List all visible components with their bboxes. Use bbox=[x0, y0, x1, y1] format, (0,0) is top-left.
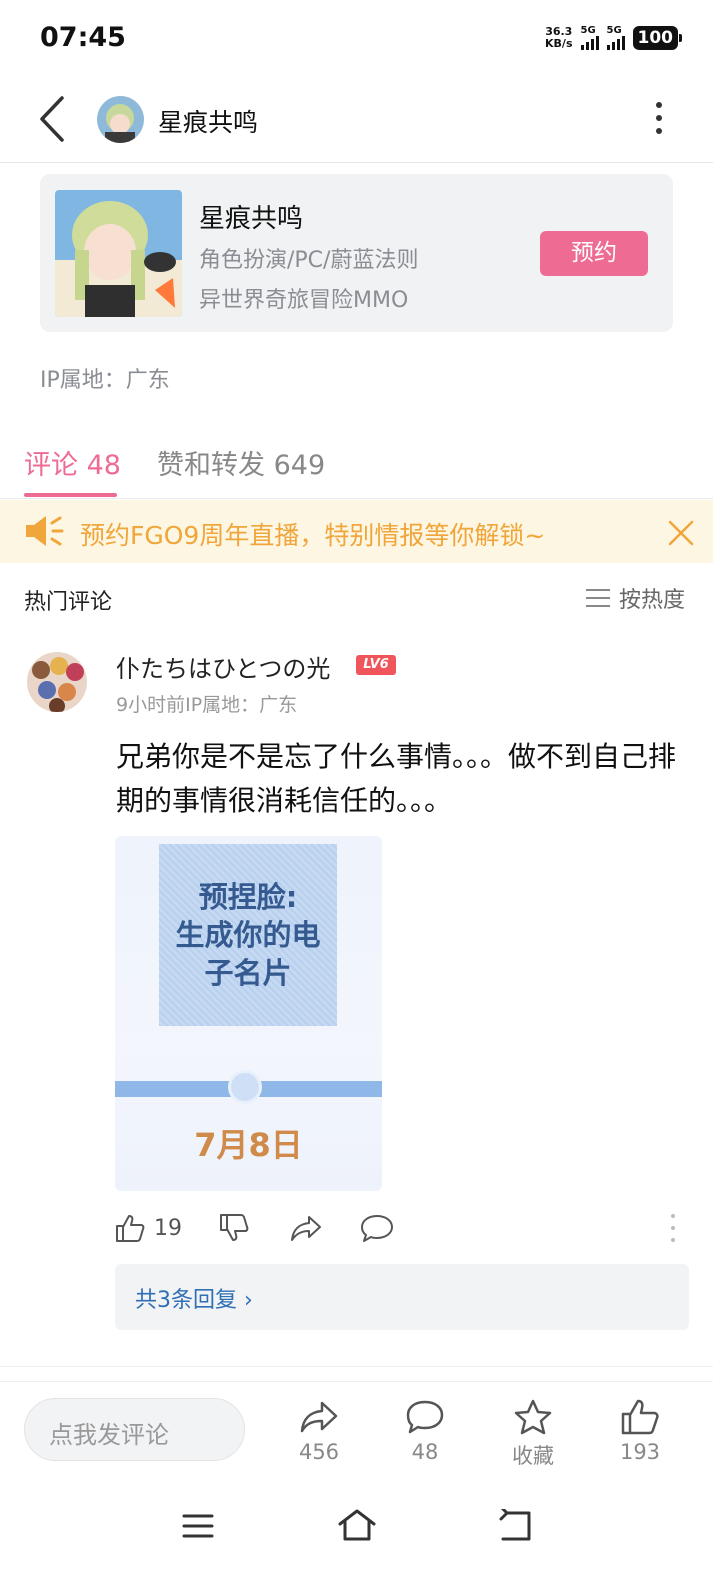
status-time: 07:45 bbox=[40, 22, 126, 53]
reserve-button[interactable]: 预约 bbox=[540, 231, 648, 276]
comment-image[interactable]: 预捏脸: 生成你的电 子名片 7月8日 bbox=[115, 836, 382, 1191]
back-icon bbox=[499, 1505, 531, 1541]
share-button[interactable] bbox=[289, 1210, 323, 1246]
game-tags: 角色扮演/PC/蔚蓝法则 bbox=[199, 248, 419, 273]
avatar-image bbox=[97, 96, 144, 143]
image-date: 7月8日 bbox=[194, 1126, 303, 1164]
bottom-like-button[interactable]: 193 bbox=[600, 1398, 680, 1464]
like-button[interactable]: 19 bbox=[114, 1210, 182, 1246]
back-arrow-icon bbox=[40, 96, 64, 142]
game-card[interactable]: 星痕共鸣 角色扮演/PC/蔚蓝法则 异世界奇旅冒险MMO 预约 bbox=[40, 174, 673, 332]
comment-more-button[interactable] bbox=[668, 1214, 678, 1242]
net-speed-unit: KB/s bbox=[545, 37, 573, 50]
avatar-image bbox=[27, 652, 87, 712]
replies-link[interactable]: 共3条回复 › bbox=[135, 1282, 253, 1314]
tab-comments[interactable]: 评论 48 bbox=[24, 443, 121, 482]
signal-bars-icon bbox=[606, 36, 625, 50]
comment-username[interactable]: 仆たちはひとつの光 bbox=[116, 649, 330, 684]
ip-location: IP属地：广东 bbox=[40, 368, 170, 393]
hot-comments-title: 热门评论 bbox=[24, 590, 113, 615]
comment-bubble-icon bbox=[361, 1215, 393, 1242]
more-dot-icon bbox=[671, 1238, 675, 1242]
share-icon bbox=[291, 1216, 321, 1241]
game-subtitle: 异世界奇旅冒险MMO bbox=[199, 288, 409, 313]
signal-bars-icon bbox=[580, 36, 599, 50]
sort-label: 按热度 bbox=[619, 588, 686, 613]
battery-indicator: 100 bbox=[632, 26, 682, 50]
notice-close-button[interactable] bbox=[666, 518, 696, 548]
comment-input-placeholder: 点我发评论 bbox=[49, 1421, 169, 1449]
avatar[interactable] bbox=[97, 96, 144, 143]
image-card-text: 预捏脸: 生成你的电 子名片 bbox=[175, 880, 321, 990]
bottom-comment-button[interactable]: 48 bbox=[385, 1398, 465, 1464]
star-icon bbox=[514, 1399, 552, 1435]
thumbs-up-icon bbox=[621, 1399, 659, 1435]
signal-1: 5G bbox=[580, 25, 599, 50]
close-icon bbox=[668, 520, 694, 546]
comment-bubble-icon bbox=[406, 1400, 444, 1434]
net-speed: 36.3 KB/s bbox=[545, 26, 572, 50]
menu-icon bbox=[182, 1514, 214, 1538]
thumbs-down-icon bbox=[220, 1214, 249, 1241]
game-cover-image bbox=[55, 190, 182, 317]
signal-2: 5G bbox=[606, 25, 625, 50]
more-dot-icon bbox=[656, 115, 662, 121]
replies-box[interactable]: 共3条回复 › bbox=[115, 1264, 689, 1330]
game-name: 星痕共鸣 bbox=[199, 204, 304, 234]
dislike-button[interactable] bbox=[218, 1210, 250, 1246]
signal-2-label: 5G bbox=[606, 25, 622, 36]
comment-meta: 9小时前IP属地：广东 bbox=[116, 694, 298, 716]
bottom-share-button[interactable]: 456 bbox=[279, 1398, 359, 1464]
divider bbox=[0, 1366, 713, 1367]
image-card: 预捏脸: 生成你的电 子名片 bbox=[159, 844, 337, 1026]
like-count-bottom: 193 bbox=[619, 1440, 661, 1464]
sort-lines-icon bbox=[586, 589, 610, 607]
nav-home-button[interactable] bbox=[337, 1507, 377, 1547]
status-icons: 36.3 KB/s 5G 5G 100 bbox=[545, 25, 682, 50]
more-dot-icon bbox=[656, 128, 662, 134]
favorite-label: 收藏 bbox=[512, 1444, 554, 1468]
more-options-button[interactable] bbox=[645, 98, 673, 138]
tab-divider bbox=[0, 498, 713, 499]
reply-button[interactable] bbox=[360, 1210, 394, 1246]
divider bbox=[0, 1381, 713, 1382]
home-icon bbox=[338, 1509, 376, 1541]
back-button[interactable] bbox=[36, 94, 76, 144]
speaker-icon bbox=[26, 516, 64, 546]
image-timeline-dot bbox=[228, 1070, 262, 1104]
more-dot-icon bbox=[671, 1214, 675, 1218]
active-tab-indicator bbox=[24, 493, 117, 497]
header-title: 星痕共鸣 bbox=[158, 108, 259, 137]
like-count: 19 bbox=[154, 1215, 182, 1241]
more-dot-icon bbox=[656, 102, 662, 108]
comment-input[interactable]: 点我发评论 bbox=[24, 1398, 245, 1461]
comment-count: 48 bbox=[411, 1440, 439, 1464]
tab-likes-reposts[interactable]: 赞和转发 649 bbox=[157, 443, 325, 482]
share-icon bbox=[300, 1401, 338, 1433]
comment-avatar[interactable] bbox=[27, 652, 87, 712]
thumbs-up-icon bbox=[116, 1215, 145, 1242]
nav-menu-button[interactable] bbox=[182, 1512, 214, 1544]
more-dot-icon bbox=[671, 1226, 675, 1230]
nav-back-button[interactable] bbox=[497, 1505, 533, 1547]
level-badge: LV6 bbox=[356, 655, 396, 675]
game-cover-art bbox=[55, 190, 182, 317]
sort-button[interactable]: 按热度 bbox=[585, 582, 685, 614]
comment-text: 兄弟你是不是忘了什么事情。。。做不到自己排期的事情很消耗信任的。。。 bbox=[116, 740, 677, 817]
bottom-favorite-button[interactable]: 收藏 bbox=[493, 1398, 573, 1470]
notice-text[interactable]: 预约FGO9周年直播，特别情报等你解锁~ bbox=[80, 516, 545, 552]
header-divider bbox=[0, 162, 713, 163]
signal-1-label: 5G bbox=[580, 25, 596, 36]
share-count: 456 bbox=[298, 1440, 340, 1464]
